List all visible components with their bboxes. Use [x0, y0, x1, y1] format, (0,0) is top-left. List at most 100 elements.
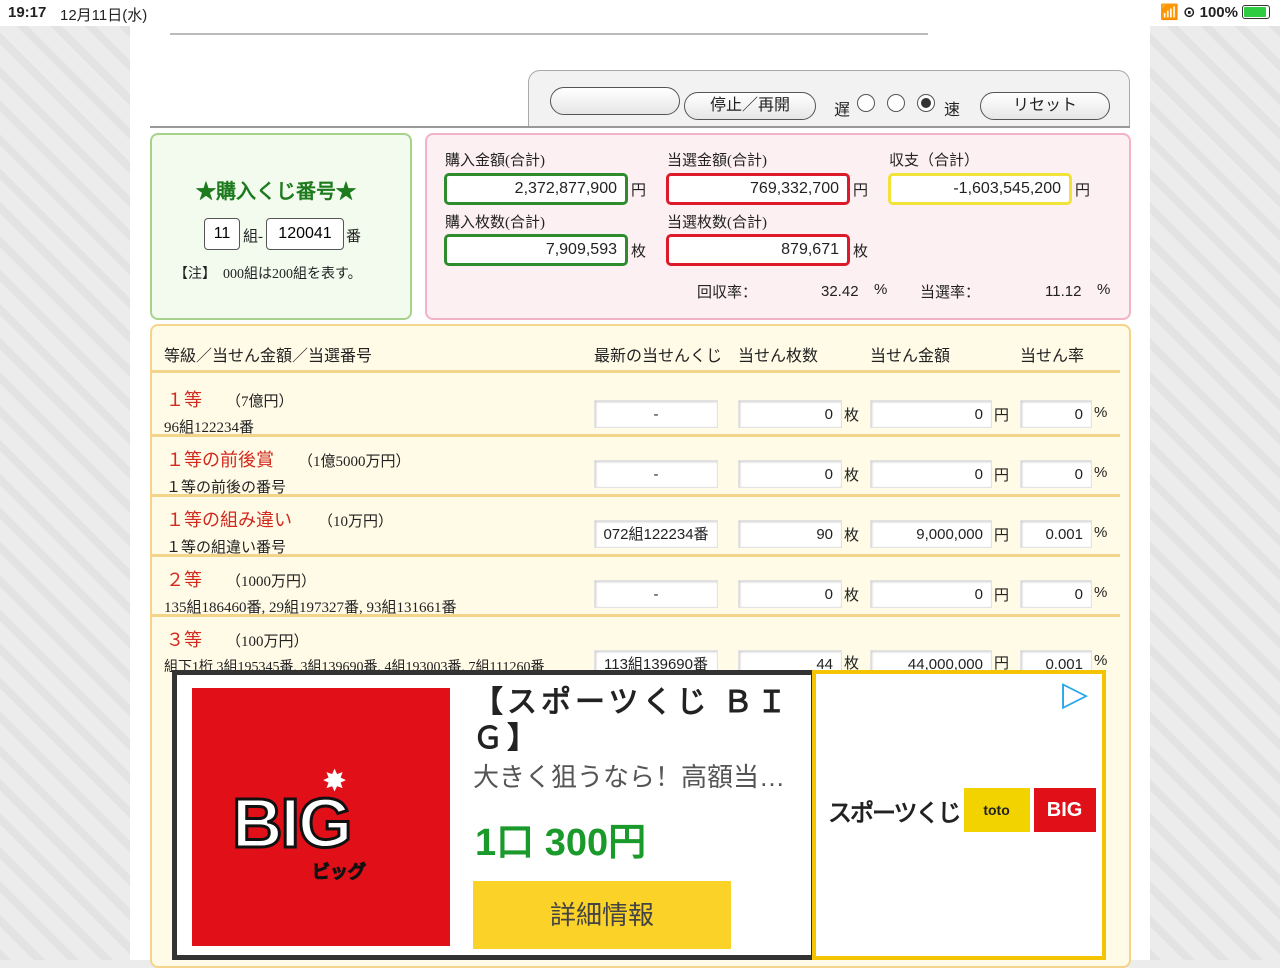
group-suffix: 組- — [243, 229, 263, 245]
ad-brand: スポーツくじ toto BIG — [828, 788, 1096, 832]
rate-unit: % — [1094, 524, 1108, 541]
big-logo: ✸ BIG ビッグ — [192, 688, 450, 946]
rate-cell: 0 — [1020, 580, 1092, 608]
prize-title: １等の組み違い — [166, 510, 292, 530]
table-row: １等の前後賞 （1億5000万円） １等の前後の番号 - 0 枚 0 円 0 % — [152, 434, 1120, 496]
count-unit: 枚 — [844, 528, 860, 544]
count-unit: 枚 — [844, 588, 860, 604]
start-button[interactable] — [550, 87, 680, 115]
prize-amount: （1000万円） — [226, 574, 317, 590]
ticket-panel: ★購入くじ番号★ 組- 番 【注】 000組は200組を表す。 — [150, 133, 412, 320]
count-cell: 0 — [738, 400, 842, 428]
wifi-icon: 📶 — [1160, 4, 1180, 21]
purchase-amount-unit: 円 — [631, 183, 647, 199]
win-amount-field: 769,332,700 — [666, 173, 850, 205]
return-rate-label: 回収率： — [697, 285, 758, 301]
money-cell: 9,000,000 — [870, 520, 992, 548]
prize-amount: （10万円） — [318, 514, 394, 530]
background-pattern-left — [0, 26, 130, 960]
stop-resume-button[interactable]: 停止／再開 — [684, 92, 816, 120]
prize-title: ２等 — [166, 570, 202, 590]
money-cell: 0 — [870, 400, 992, 428]
speed-fast-label: 速 — [944, 102, 961, 119]
balance-unit: 円 — [1075, 183, 1091, 199]
ad-details-button[interactable]: 詳細情報 — [473, 881, 731, 949]
ad-frame: ✸ BIG ビッグ 【スポーツくじ ＢＩＧ】 大きく狙うなら！高額当… 1口 3… — [172, 670, 816, 960]
money-unit: 円 — [994, 588, 1010, 604]
group-input[interactable] — [204, 218, 240, 250]
prize-title: １等 — [166, 390, 202, 410]
count-cell: 0 — [738, 460, 842, 488]
number-suffix: 番 — [346, 229, 362, 245]
header-latest: 最新の当せんくじ — [594, 348, 723, 365]
header-money: 当せん金額 — [870, 348, 951, 365]
purchase-amount-field: 2,372,877,900 — [444, 173, 628, 205]
count-cell: 90 — [738, 520, 842, 548]
win-count-label: 当選枚数(合計) — [667, 215, 767, 231]
status-date: 12月11日(水) — [60, 7, 148, 24]
win-amount-label: 当選金額(合計) — [667, 153, 767, 169]
table-row: ３等 （100万円） 組下1桁 3組195345番, 3組139690番, 4組… — [152, 614, 1120, 678]
status-bar: 19:17 12月11日(水) 📶 ⊙ 100% — [0, 0, 1280, 26]
header-count: 当せん枚数 — [738, 348, 819, 365]
rate-unit: % — [1094, 464, 1108, 481]
ad-choices-icon[interactable]: ▷ — [1062, 674, 1088, 714]
win-count-unit: 枚 — [853, 244, 869, 260]
ad-banner[interactable]: ✸ BIG ビッグ 【スポーツくじ ＢＩＧ】 大きく狙うなら！高額当… 1口 3… — [172, 670, 1106, 960]
ad-description: 大きく狙うなら！高額当… — [473, 762, 786, 792]
prize-amount: （7億円） — [226, 394, 294, 410]
latest-ticket-cell: 072組122234番 — [594, 520, 718, 548]
rate-cell: 0 — [1020, 460, 1092, 488]
top-divider — [170, 33, 928, 35]
rate-cell: 0 — [1020, 400, 1092, 428]
ad-price: 1口 300円 — [475, 822, 647, 864]
totals-panel: 購入金額(合計) 2,372,877,900 円 当選金額(合計) 769,33… — [425, 133, 1131, 320]
money-cell: 0 — [870, 460, 992, 488]
rate-unit: % — [1094, 584, 1108, 601]
money-unit: 円 — [994, 408, 1010, 424]
money-unit: 円 — [994, 528, 1010, 544]
toto-logo: toto — [963, 788, 1030, 832]
win-count-field: 879,671 — [666, 234, 850, 266]
status-right: 📶 ⊙ 100% — [1160, 3, 1270, 21]
ad-title: 【スポーツくじ ＢＩＧ】 — [473, 686, 791, 755]
table-row: １等の組み違い （10万円） １等の組違い番号 072組122234番 90 枚… — [152, 494, 1120, 556]
rotation-lock-icon: ⊙ — [1183, 4, 1196, 21]
table-row: ２等 （1000万円） 135組186460番, 29組197327番, 93組… — [152, 554, 1120, 616]
speed-slow-label: 遅 — [834, 102, 851, 119]
count-cell: 0 — [738, 580, 842, 608]
rate-cell: 0.001 — [1020, 520, 1092, 548]
brand-text: スポーツくじ — [828, 799, 962, 827]
balance-label: 収支（合計） — [889, 153, 980, 169]
money-cell: 0 — [870, 580, 992, 608]
latest-ticket-cell: - — [594, 400, 718, 428]
reset-button[interactable]: リセット — [980, 92, 1110, 120]
row-divider — [152, 370, 1120, 373]
purchase-count-label: 購入枚数(合計) — [445, 215, 545, 231]
header-rate: 当せん率 — [1020, 348, 1085, 365]
control-divider — [150, 126, 1130, 128]
ticket-title: ★購入くじ番号★ — [196, 181, 356, 203]
battery-percent: 100% — [1199, 3, 1238, 21]
latest-ticket-cell: - — [594, 460, 718, 488]
speed-radio-slow[interactable] — [857, 94, 875, 112]
return-rate-unit: % — [874, 281, 888, 298]
money-unit: 円 — [994, 468, 1010, 484]
speed-radio-fast[interactable] — [917, 94, 935, 112]
win-rate-unit: % — [1097, 281, 1111, 298]
latest-ticket-cell: - — [594, 580, 718, 608]
status-time: 19:17 — [8, 4, 47, 21]
speed-radio-medium[interactable] — [887, 94, 905, 112]
table-row: １等 （7億円） 96組122234番 - 0 枚 0 円 0 % — [152, 374, 1120, 436]
prize-amount: （1億5000万円） — [298, 454, 411, 470]
battery-icon — [1242, 5, 1270, 19]
prize-amount: （100万円） — [226, 634, 309, 650]
rate-unit: % — [1094, 404, 1108, 421]
return-rate-value: 32.42 — [821, 283, 859, 300]
prize-title: ３等 — [166, 630, 202, 650]
count-unit: 枚 — [844, 468, 860, 484]
balance-field: -1,603,545,200 — [888, 173, 1072, 205]
win-rate-label: 当選率： — [920, 285, 981, 301]
number-input[interactable] — [266, 218, 344, 250]
prize-title: １等の前後賞 — [166, 450, 274, 470]
